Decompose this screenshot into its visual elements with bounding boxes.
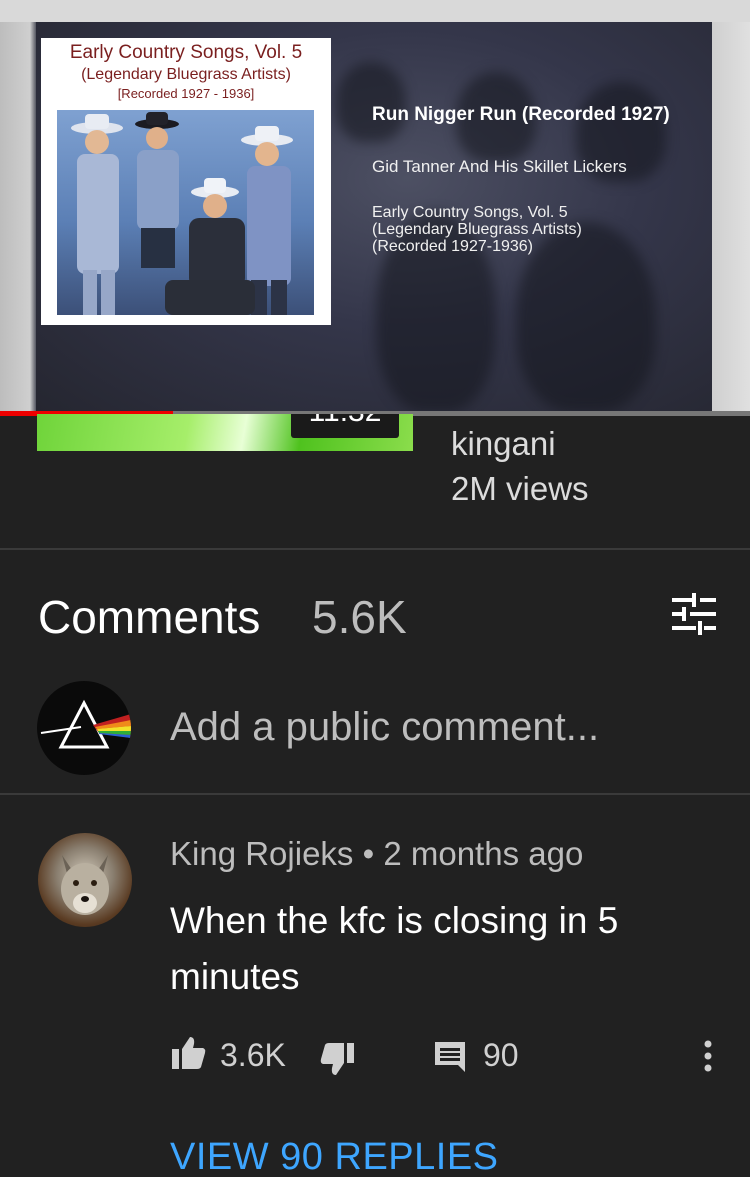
commenter-avatar[interactable] bbox=[38, 833, 132, 927]
dislike-icon[interactable] bbox=[320, 1041, 356, 1077]
album-cover: Early Country Songs, Vol. 5 (Legendary B… bbox=[41, 38, 331, 325]
track-album-line: (Recorded 1927-1936) bbox=[372, 238, 533, 255]
reply-count: 90 bbox=[483, 1037, 519, 1073]
video-player[interactable]: Early Country Songs, Vol. 5 (Legendary B… bbox=[0, 0, 750, 413]
track-album-line: (Legendary Bluegrass Artists) bbox=[372, 221, 582, 238]
comment-author[interactable]: King Rojieks bbox=[170, 835, 353, 872]
view-replies-button[interactable]: VIEW 90 REPLIES bbox=[170, 1136, 499, 1177]
related-video-thumbnail[interactable]: 11:32 bbox=[37, 414, 413, 451]
add-comment-input[interactable]: Add a public comment... bbox=[170, 705, 599, 750]
player-top-strip bbox=[0, 0, 750, 22]
comment-separator: • bbox=[362, 835, 375, 872]
related-video-channel[interactable]: kingani bbox=[451, 425, 556, 463]
comments-count: 5.6K bbox=[312, 591, 407, 643]
section-divider bbox=[0, 793, 750, 795]
like-count: 3.6K bbox=[220, 1037, 286, 1073]
sort-filter-icon[interactable] bbox=[670, 592, 718, 640]
more-options-icon[interactable] bbox=[701, 1038, 715, 1074]
album-cover-subtitle: (Legendary Bluegrass Artists) bbox=[81, 66, 291, 83]
track-album-line: Early Country Songs, Vol. 5 bbox=[372, 204, 568, 221]
track-title: Run Nigger Run (Recorded 1927) bbox=[372, 104, 670, 125]
comments-title[interactable]: Comments bbox=[38, 590, 260, 644]
user-avatar[interactable] bbox=[37, 681, 131, 775]
related-video-views: 2M views bbox=[451, 470, 589, 507]
section-divider bbox=[0, 548, 750, 550]
album-cover-photo bbox=[57, 110, 314, 315]
track-artist: Gid Tanner And His Skillet Lickers bbox=[372, 157, 627, 176]
video-duration-badge: 11:32 bbox=[291, 414, 399, 438]
comment-text: When the kfc is closing in 5 minutes bbox=[170, 900, 619, 997]
like-icon[interactable] bbox=[170, 1035, 206, 1071]
video-duration: 11:32 bbox=[291, 414, 399, 427]
reply-icon[interactable] bbox=[433, 1039, 467, 1073]
album-cover-recorded: [Recorded 1927 - 1936] bbox=[117, 86, 255, 101]
track-album: Early Country Songs, Vol. 5 (Legendary B… bbox=[372, 204, 692, 255]
comment-author-line: King Rojieks • 2 months ago bbox=[170, 835, 583, 873]
comment-time: 2 months ago bbox=[383, 835, 584, 872]
album-cover-title: Early Country Songs, Vol. 5 bbox=[69, 42, 303, 63]
